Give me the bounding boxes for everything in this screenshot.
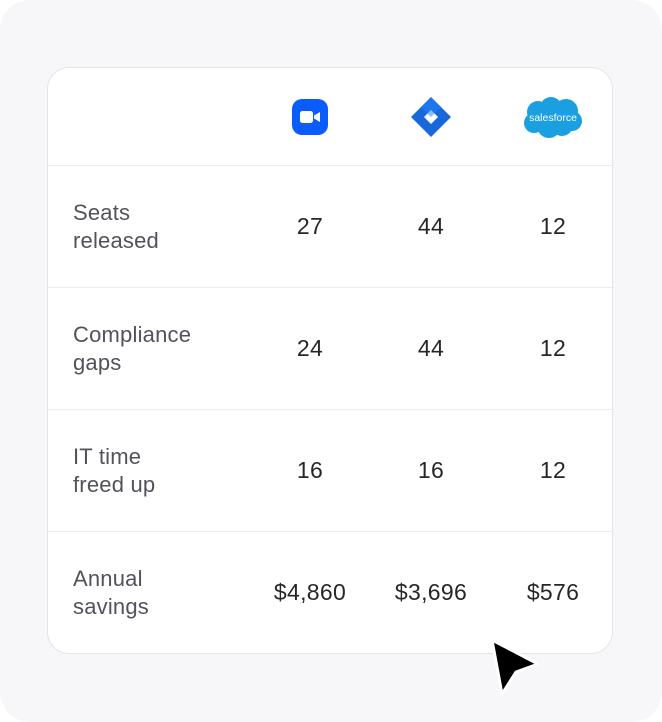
row-label: Compliance gaps [73,321,192,375]
jira-value: 16 [417,457,445,483]
salesforce-value: 12 [539,457,567,483]
salesforce-value: 12 [539,213,567,239]
salesforce-cloud-icon: salesforce [524,96,582,138]
table-row-seats-released: Seats released 27 44 12 [48,165,612,287]
screenshot-background: salesforce Seats released 27 44 12 Compli… [0,0,662,722]
table-row-it-time-freed-up: IT time freed up 16 16 12 [48,409,612,531]
salesforce-logo-text: salesforce [529,112,577,124]
comparison-table: salesforce Seats released 27 44 12 Compli… [47,67,613,654]
zoom-video-icon [292,98,328,135]
zoom-value: 16 [296,457,324,483]
column-header-salesforce: salesforce [493,68,612,165]
jira-value: 44 [417,213,445,239]
zoom-value: $4,860 [273,579,347,605]
jira-value: 44 [417,335,445,361]
row-label: Annual savings [73,565,149,619]
row-label: IT time freed up [73,443,156,497]
table-header-row: salesforce [48,68,612,165]
jira-diamond-icon [411,96,451,137]
row-label: Seats released [73,199,159,253]
arrow-cursor-icon [490,638,540,696]
table-row-compliance-gaps: Compliance gaps 24 44 12 [48,287,612,409]
zoom-value: 24 [296,335,324,361]
salesforce-value: 12 [539,335,567,361]
column-header-jira [371,68,491,165]
zoom-value: 27 [296,213,324,239]
jira-value: $3,696 [394,579,468,605]
column-header-zoom [250,68,370,165]
